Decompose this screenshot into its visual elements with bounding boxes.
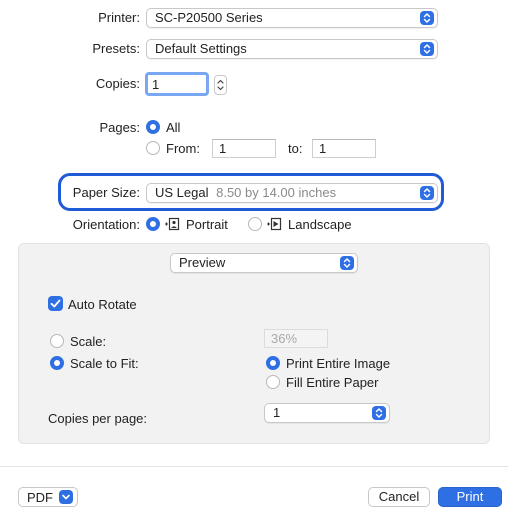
printer-popup[interactable]: SC-P20500 Series	[146, 8, 438, 28]
orientation-label: Orientation:	[72, 217, 140, 232]
pages-to-label: to:	[288, 141, 303, 156]
orientation-portrait-label: Portrait	[186, 217, 228, 232]
copies-per-page-value: 1	[273, 405, 281, 420]
paper-size-popup[interactable]: US Legal 8.50 by 14.00 inches	[146, 183, 438, 203]
popup-chevrons-icon	[420, 42, 434, 56]
paper-size-name: US Legal	[155, 185, 209, 200]
presets-label: Presets:	[92, 41, 140, 56]
auto-rotate-checkbox[interactable]	[48, 296, 63, 311]
popup-chevrons-icon	[372, 406, 386, 420]
scale-to-fit-label: Scale to Fit:	[70, 356, 139, 371]
printer-value: SC-P20500 Series	[155, 10, 263, 25]
pages-from-label: From:	[166, 141, 200, 156]
chevron-down-icon	[59, 490, 73, 504]
copies-value: 1	[152, 77, 160, 92]
section-popup[interactable]: Preview	[170, 253, 358, 273]
presets-value: Default Settings	[155, 41, 247, 56]
stepper-arrows-icon	[217, 79, 224, 91]
copies-field[interactable]: 1	[145, 72, 209, 96]
pdf-label: PDF	[27, 490, 53, 505]
copies-per-page-label: Copies per page:	[48, 411, 148, 426]
orientation-landscape-label: Landscape	[288, 217, 352, 232]
print-button[interactable]: Print	[438, 487, 502, 507]
presets-popup[interactable]: Default Settings	[146, 39, 438, 59]
pages-from-value: 1	[219, 141, 227, 156]
print-entire-image-label: Print Entire Image	[286, 356, 391, 371]
scale-label: Scale:	[70, 334, 107, 349]
pages-all-label: All	[166, 120, 181, 135]
scale-field: 36%	[264, 329, 328, 348]
scale-radio[interactable]	[50, 334, 64, 348]
printer-label: Printer:	[98, 10, 140, 25]
paper-size-label: Paper Size:	[72, 185, 140, 200]
landscape-icon	[267, 217, 282, 231]
copies-stepper[interactable]	[214, 75, 227, 95]
section-popup-value: Preview	[179, 255, 226, 270]
copies-label: Copies:	[95, 76, 140, 91]
pages-from-radio[interactable]	[146, 141, 160, 155]
copies-per-page-popup[interactable]: 1	[264, 403, 390, 423]
cancel-button[interactable]: Cancel	[368, 487, 430, 507]
fill-entire-paper-radio[interactable]	[266, 375, 280, 389]
popup-chevrons-icon	[420, 11, 434, 25]
auto-rotate-label: Auto Rotate	[68, 297, 137, 312]
paper-size-dimensions: 8.50 by 14.00 inches	[216, 185, 337, 200]
portrait-icon	[165, 217, 180, 231]
print-entire-image-radio[interactable]	[266, 356, 280, 370]
pages-all-radio[interactable]	[146, 120, 160, 134]
fill-entire-paper-label: Fill Entire Paper	[286, 375, 379, 390]
footer-divider	[0, 466, 508, 467]
pages-label: Pages:	[99, 120, 140, 135]
pages-to-field[interactable]: 1	[312, 139, 376, 158]
scale-value: 36%	[271, 331, 298, 346]
popup-chevrons-icon	[340, 256, 354, 270]
orientation-portrait-radio[interactable]	[146, 217, 160, 231]
pages-from-field[interactable]: 1	[212, 139, 276, 158]
pages-to-value: 1	[319, 141, 327, 156]
orientation-landscape-radio[interactable]	[248, 217, 262, 231]
scale-to-fit-radio[interactable]	[50, 356, 64, 370]
checkmark-icon	[50, 299, 61, 308]
pdf-menu-button[interactable]: PDF	[18, 487, 78, 507]
popup-chevrons-icon	[420, 186, 434, 200]
